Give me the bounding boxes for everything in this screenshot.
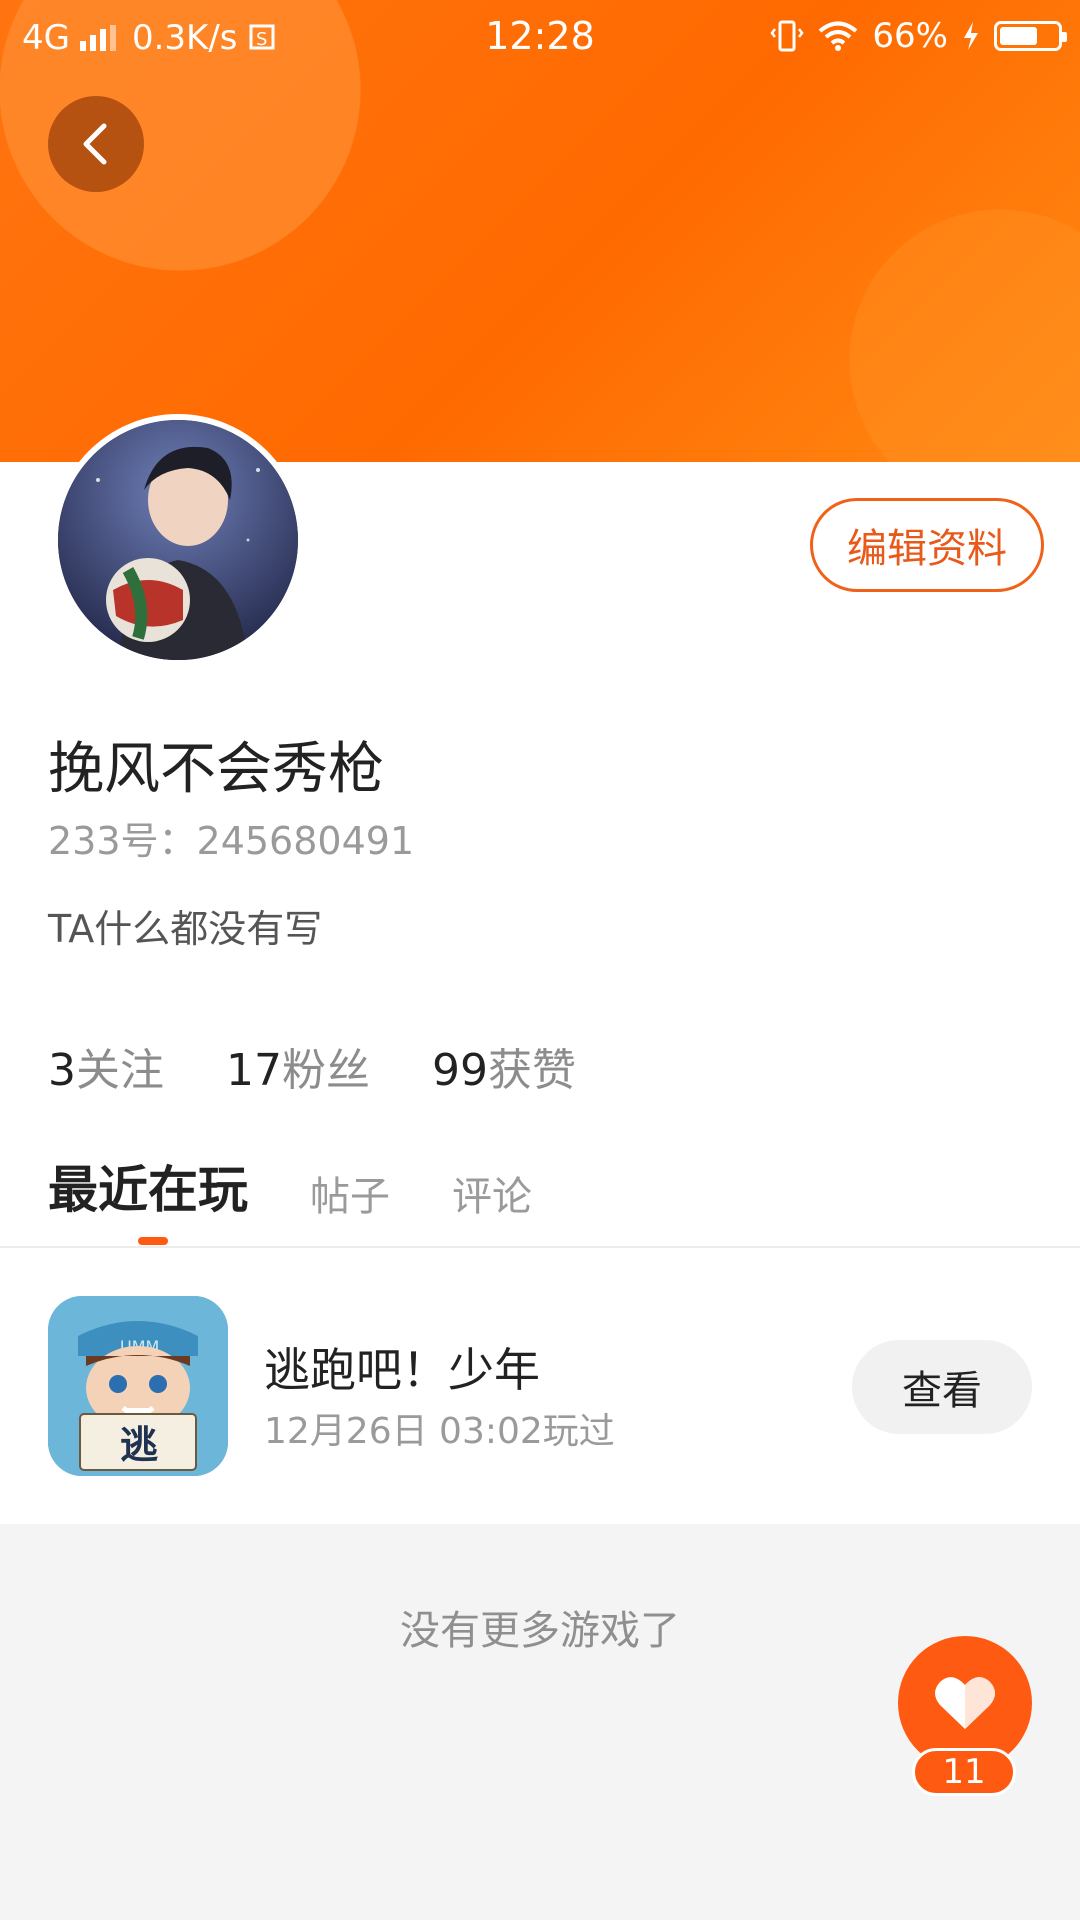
tab-recent-games[interactable]: 最近在玩 — [48, 1150, 248, 1222]
tab-comments[interactable]: 评论 — [452, 1164, 532, 1222]
status-bar: 4G 0.3K/s S 12:28 66% — [0, 0, 1080, 76]
chevron-left-icon — [83, 123, 107, 165]
like-count-badge: 11 — [912, 1748, 1016, 1796]
vibrate-icon — [770, 20, 804, 52]
user-id: 233号：245680491 — [48, 819, 415, 863]
following-stat[interactable]: 3关注 — [48, 1034, 164, 1098]
battery-level — [1000, 27, 1037, 45]
avatar-image — [58, 420, 298, 660]
battery-icon — [994, 21, 1067, 51]
game-played-time: 12月26日 03:02玩过 — [264, 1411, 615, 1452]
following-label: 关注 — [76, 1045, 164, 1096]
game-name: 逃跑吧！少年 — [264, 1343, 540, 1397]
following-count: 3 — [48, 1045, 76, 1096]
battery-percent: 66% — [872, 16, 948, 56]
likes-label: 获赞 — [488, 1045, 576, 1096]
list-item[interactable]: UMM 逃 逃跑吧！少年 12月26日 03:02玩过 查看 — [0, 1248, 1080, 1524]
tab-posts[interactable]: 帖子 — [310, 1164, 390, 1222]
game-icon: UMM 逃 — [48, 1296, 228, 1476]
profile-stats: 3关注 17粉丝 99获赞 — [48, 1034, 576, 1098]
bio-text: TA什么都没有写 — [48, 907, 323, 951]
nickname: 挽风不会秀枪 — [48, 737, 384, 802]
no-more-games-text: 没有更多游戏了 — [400, 1608, 680, 1654]
likes-stat: 99获赞 — [432, 1034, 576, 1098]
fans-label: 粉丝 — [282, 1045, 370, 1096]
fans-stat[interactable]: 17粉丝 — [226, 1034, 370, 1098]
game-icon-text: 逃 — [120, 1423, 158, 1467]
profile-tabs: 最近在玩 帖子 评论 — [48, 1150, 532, 1222]
fans-count: 17 — [226, 1045, 282, 1096]
edit-profile-button[interactable]: 编辑资料 — [810, 498, 1044, 592]
avatar[interactable] — [52, 414, 304, 666]
tab-active-indicator — [138, 1237, 168, 1245]
view-game-button[interactable]: 查看 — [852, 1340, 1032, 1434]
back-button[interactable] — [48, 96, 144, 192]
likes-count: 99 — [432, 1045, 488, 1096]
game-icon-image: UMM 逃 — [48, 1296, 228, 1476]
wifi-icon — [819, 21, 858, 51]
profile-banner: 4G 0.3K/s S 12:28 66% — [0, 0, 1080, 462]
charging-icon — [964, 22, 978, 50]
heart-icon — [935, 1677, 995, 1729]
